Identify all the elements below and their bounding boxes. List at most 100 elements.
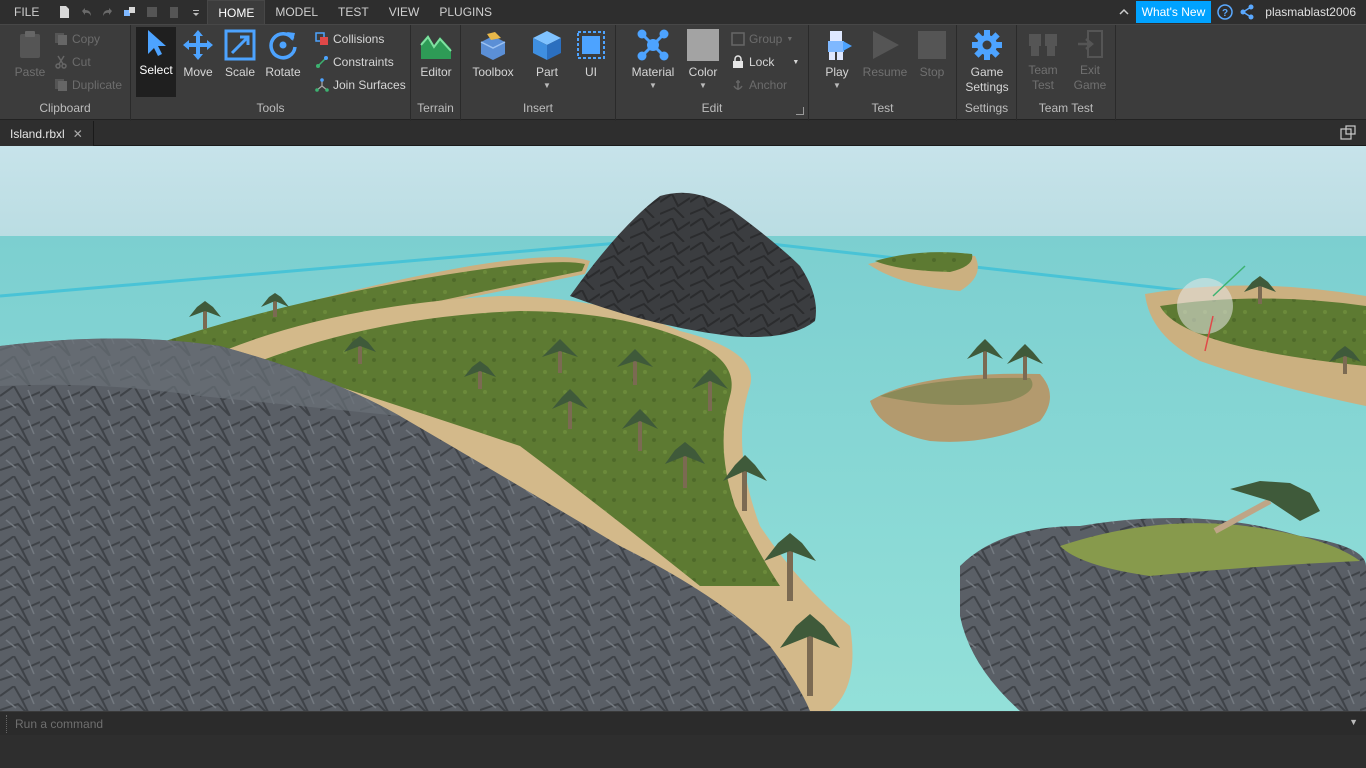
- publish-icon[interactable]: [121, 3, 139, 21]
- material-icon: [637, 29, 669, 61]
- help-icon[interactable]: ?: [1217, 4, 1234, 20]
- top-right-cluster: What's New ? plasmablast2006: [1118, 0, 1356, 24]
- file-menu[interactable]: FILE: [0, 0, 53, 24]
- command-history-dropdown-icon[interactable]: ▼: [1349, 717, 1358, 727]
- ui-frame-icon: [575, 29, 607, 61]
- duplicate-button[interactable]: Duplicate: [54, 75, 122, 95]
- document-tab-label: Island.rbxl: [10, 126, 65, 141]
- toggle-view-icon[interactable]: [1340, 125, 1356, 141]
- close-tab-icon[interactable]: ✕: [73, 127, 83, 141]
- exit-game-icon: [1074, 29, 1106, 59]
- stop-button[interactable]: Stop: [910, 29, 954, 93]
- rotate-button[interactable]: Rotate: [261, 29, 305, 93]
- lock-icon: [731, 55, 745, 69]
- test-label: Test: [871, 101, 894, 115]
- tab-plugins[interactable]: PLUGINS: [429, 0, 502, 24]
- material-button[interactable]: Material ▼: [631, 29, 675, 93]
- test-group: Play ▼ Resume Stop Test: [809, 25, 957, 121]
- join-surfaces-icon: [315, 78, 329, 92]
- share-icon[interactable]: [1239, 4, 1255, 20]
- select-button[interactable]: Select: [136, 27, 176, 97]
- settings-label: Settings: [964, 101, 1009, 115]
- document-tab[interactable]: Island.rbxl ✕: [0, 121, 94, 146]
- play-dropdown-icon[interactable]: ▼: [833, 81, 841, 90]
- group-dropdown-icon[interactable]: ▼: [786, 36, 793, 43]
- paste-button[interactable]: Paste: [8, 29, 52, 93]
- color-swatch-icon: [687, 29, 719, 61]
- group-button[interactable]: Group ▼: [731, 29, 793, 49]
- cut-icon: [54, 55, 68, 69]
- copy-button[interactable]: Copy: [54, 29, 100, 49]
- material-dropdown-icon[interactable]: ▼: [649, 81, 657, 90]
- play-character-icon: [821, 29, 853, 61]
- resume-button[interactable]: Resume: [863, 29, 907, 93]
- terrain-editor-button[interactable]: Editor: [414, 29, 458, 93]
- clipboard-icon[interactable]: [165, 3, 183, 21]
- rotate-icon: [267, 29, 299, 61]
- select-cursor-icon: [140, 27, 172, 59]
- settings-group: Game Settings Settings: [957, 25, 1017, 121]
- new-file-icon[interactable]: [55, 3, 73, 21]
- lock-button[interactable]: Lock ▼: [731, 52, 799, 72]
- part-dropdown-icon[interactable]: ▼: [543, 81, 551, 90]
- resume-icon: [869, 29, 901, 61]
- scene-render: [0, 146, 1366, 711]
- menu-bar: FILE HOME MODEL TEST VIEW PLUGINS What's…: [0, 0, 1366, 24]
- tab-view[interactable]: VIEW: [379, 0, 430, 24]
- constraints-toggle[interactable]: Constraints: [315, 52, 394, 72]
- team-test-icon: [1027, 29, 1059, 59]
- clipboard-label: Clipboard: [39, 101, 91, 115]
- exit-game-button[interactable]: Exit Game: [1068, 29, 1112, 93]
- scale-icon: [224, 29, 256, 61]
- anchor-button[interactable]: Anchor: [731, 75, 787, 95]
- color-dropdown-icon[interactable]: ▼: [699, 81, 707, 90]
- toolbox-icon: [477, 29, 509, 61]
- game-settings-button[interactable]: Game Settings: [965, 29, 1009, 94]
- status-bar: [0, 735, 1366, 768]
- scale-button[interactable]: Scale: [218, 29, 262, 93]
- color-button[interactable]: Color ▼: [681, 29, 725, 93]
- tab-test[interactable]: TEST: [328, 0, 379, 24]
- ui-button[interactable]: UI: [569, 29, 613, 93]
- terrain-group: Editor Terrain: [411, 25, 461, 121]
- edit-settings-launcher-icon[interactable]: [796, 107, 804, 115]
- terrain-label: Terrain: [417, 101, 454, 115]
- paste-icon: [14, 29, 46, 61]
- part-cube-icon: [531, 29, 563, 61]
- edit-group: Material ▼ Color ▼ Group ▼ Lock ▼ Anchor…: [616, 25, 809, 121]
- stop-square-icon[interactable]: [143, 3, 161, 21]
- username[interactable]: plasmablast2006: [1265, 5, 1356, 19]
- group-icon: [731, 32, 745, 46]
- undo-icon[interactable]: [77, 3, 95, 21]
- document-tab-strip: Island.rbxl ✕: [0, 121, 1366, 146]
- edit-label: Edit: [701, 101, 723, 115]
- tab-model[interactable]: MODEL: [265, 0, 328, 24]
- cut-button[interactable]: Cut: [54, 52, 91, 72]
- redo-icon[interactable]: [99, 3, 117, 21]
- duplicate-icon: [54, 78, 68, 92]
- team-test-group: Team Test Exit Game Team Test: [1017, 25, 1116, 121]
- customize-quick-access-icon[interactable]: [187, 3, 205, 21]
- collisions-toggle[interactable]: Collisions: [315, 29, 384, 49]
- collisions-icon: [315, 32, 329, 46]
- join-surfaces-toggle[interactable]: Join Surfaces: [315, 75, 406, 95]
- command-bar: ▼: [0, 711, 1366, 735]
- 3d-viewport[interactable]: [0, 146, 1366, 711]
- svg-text:?: ?: [1222, 8, 1228, 19]
- whats-new-button[interactable]: What's New: [1135, 1, 1212, 23]
- copy-icon: [54, 32, 68, 46]
- team-test-button[interactable]: Team Test: [1021, 29, 1065, 93]
- move-button[interactable]: Move: [176, 29, 220, 93]
- toolbox-button[interactable]: Toolbox: [471, 29, 515, 93]
- command-input[interactable]: [6, 715, 1346, 733]
- terrain-editor-icon: [420, 29, 452, 61]
- lock-dropdown-icon[interactable]: ▼: [792, 59, 799, 66]
- collapse-ribbon-icon[interactable]: [1118, 6, 1130, 18]
- move-arrows-icon: [182, 29, 214, 61]
- ribbon: Paste Copy Cut Duplicate Clipboard Selec…: [0, 24, 1366, 121]
- team-test-label: Team Test: [1038, 101, 1094, 115]
- play-button[interactable]: Play ▼: [815, 29, 859, 93]
- clipboard-group: Paste Copy Cut Duplicate Clipboard: [0, 25, 131, 121]
- part-button[interactable]: Part ▼: [525, 29, 569, 93]
- tab-home[interactable]: HOME: [207, 0, 266, 24]
